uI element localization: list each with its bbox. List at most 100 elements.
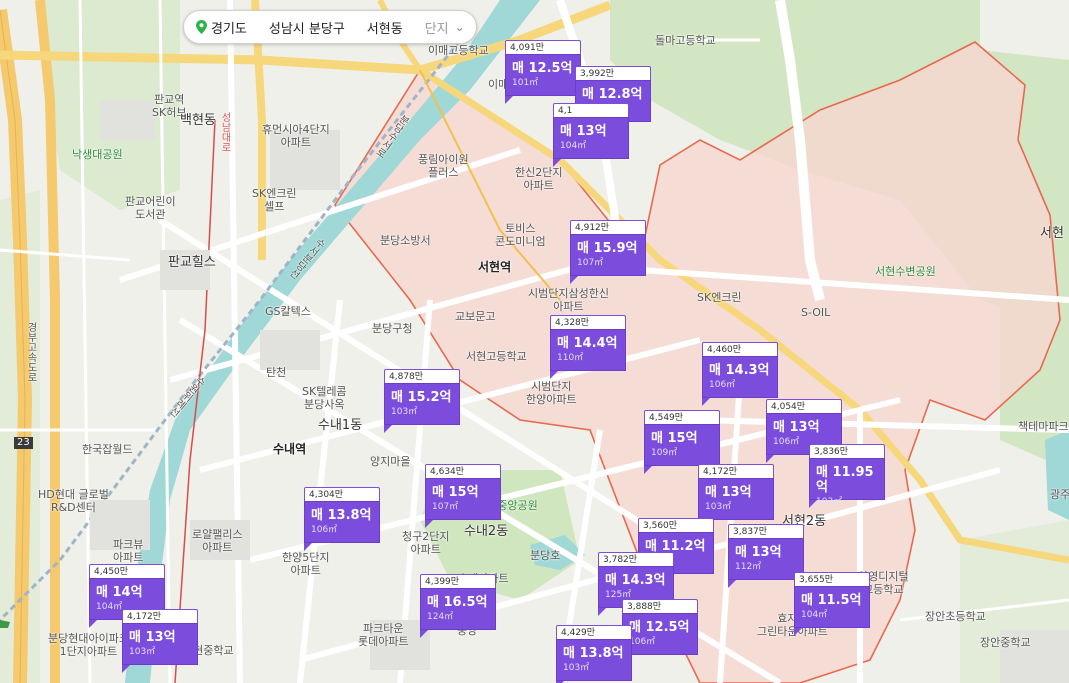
marker-sale-price: 매 15억 [432, 485, 479, 500]
marker-body: 매 12.5억 106㎡ [622, 613, 698, 655]
marker-area: 107㎡ [432, 502, 459, 512]
price-marker[interactable]: 4,912만 매 15.9억 107㎡ [570, 220, 646, 284]
price-marker[interactable]: 4,460만 매 14.3억 106㎡ [702, 342, 778, 406]
label-yangji: 양지마을 [370, 455, 411, 468]
label-checktaemaker: 책테마파크 [1018, 420, 1069, 433]
breadcrumb-city[interactable]: 성남시 분당구 [269, 18, 345, 37]
marker-unit-price: 4,634만 [425, 464, 501, 478]
label-road-gyeongbu: 경부고속도로 [25, 322, 36, 382]
price-marker[interactable]: 4,091만 매 12.5억 101㎡ [505, 40, 581, 104]
marker-sale-price: 매 15억 [651, 431, 698, 446]
marker-sale-price: 매 14.4억 [557, 336, 618, 351]
marker-sale-price: 매 13.8억 [311, 508, 372, 523]
marker-area: 106㎡ [311, 525, 338, 535]
marker-area: 106㎡ [629, 637, 656, 647]
marker-sale-price: 매 13억 [735, 545, 782, 560]
price-marker[interactable]: 4,172만 매 13억 103㎡ [122, 609, 198, 673]
label-nakseng-park: 낙생대공원 [72, 148, 123, 161]
label-sibeom-samsung: 시범단지삼성한신 아파트 [528, 287, 609, 314]
region-breadcrumb[interactable]: 경기도 성남시 분당구 서현동 단지 ⌄ [183, 10, 477, 44]
marker-unit-price: 4,450만 [89, 564, 165, 578]
marker-body: 매 11.5억 104㎡ [794, 586, 870, 628]
marker-body: 매 12.5억 101㎡ [505, 54, 581, 96]
chevron-down-icon[interactable]: ⌄ [455, 20, 465, 34]
marker-tail [598, 608, 606, 616]
price-marker[interactable]: 3,888만 매 12.5억 106㎡ [622, 599, 698, 663]
label-hd-rnd: HD현대 글로벌 R&D센터 [38, 488, 109, 515]
label-pangyo-library: 판교어린이 도서관 [125, 195, 176, 222]
marker-sale-price: 매 13.8억 [563, 646, 624, 661]
label-hyumunsia: 휴먼시아4단지 아파트 [262, 123, 330, 150]
marker-area: 124㎡ [427, 612, 454, 622]
price-marker[interactable]: 4,429만 매 13.8억 103㎡ [556, 625, 632, 683]
label-sibeom-hanyang: 시범단지 한양아파트 [526, 380, 577, 407]
label-seohyeon-right: 서현 [1040, 226, 1064, 241]
price-marker[interactable]: 4,399만 매 16.5억 124㎡ [420, 574, 496, 638]
marker-tail [425, 520, 433, 528]
marker-tail [505, 96, 513, 104]
label-park-town: 파크타운 롯데아파트 [358, 622, 409, 649]
marker-tail [766, 455, 774, 463]
location-pin-icon [196, 20, 207, 34]
label-korea-jobworld: 한국잡월드 [82, 443, 133, 456]
label-seohyeon-park: 서현수변공원 [875, 265, 936, 278]
label-tobis: 토비스 콘도미니엄 [495, 222, 546, 249]
marker-sale-price: 매 15.9억 [577, 241, 638, 256]
price-marker[interactable]: 4,304만 매 13.8억 106㎡ [304, 487, 380, 551]
marker-area: 103㎡ [391, 407, 418, 417]
route-23-badge: 23 [14, 437, 33, 449]
marker-area: 103㎡ [705, 502, 732, 512]
label-sk-telecom: SK텔레콤 분당사옥 [302, 385, 347, 412]
price-marker[interactable]: 3,836만 매 11.95억 103㎡ [809, 444, 885, 508]
marker-area: 103㎡ [563, 663, 590, 673]
marker-unit-price: 4,1 [553, 103, 629, 117]
marker-body: 매 15억 107㎡ [425, 478, 501, 520]
price-marker[interactable]: 4,1 매 13억 104㎡ [553, 103, 629, 167]
label-jangan-elem: 장안초등학교 [925, 610, 986, 623]
price-marker[interactable]: 3,655만 매 11.5억 104㎡ [794, 572, 870, 636]
price-marker[interactable]: 4,878만 매 15.2억 103㎡ [384, 369, 460, 433]
marker-unit-price: 4,172만 [698, 464, 774, 478]
marker-area: 104㎡ [801, 610, 828, 620]
marker-tail [644, 466, 652, 474]
label-tancheon: 탄천 [266, 366, 287, 379]
map-view[interactable]: 판교역 SK허브 백현동 낙생대공원 판교어린이 도서관 판교힐스 휴먼시아4단… [0, 0, 1069, 683]
price-marker[interactable]: 4,328만 매 14.4억 110㎡ [550, 315, 626, 379]
marker-body: 매 16.5억 124㎡ [420, 588, 496, 630]
marker-sale-price: 매 14억 [96, 585, 143, 600]
label-road-seongnam: 성남대로 [219, 112, 230, 152]
label-gs-caltex: GS칼텍스 [265, 305, 311, 318]
label-parkview: 파크뷰 아파트 [113, 538, 144, 565]
breadcrumb-dong[interactable]: 서현동 [367, 18, 403, 37]
label-sunae-station: 수내역 [273, 442, 307, 456]
marker-tail [420, 630, 428, 638]
label-bundang-hyundai: 분당현대아이파크 1단지아파트 [48, 632, 129, 659]
marker-sale-price: 매 13억 [705, 485, 752, 500]
marker-sale-price: 매 12.5억 [512, 61, 573, 76]
marker-sale-price: 매 11.5억 [801, 593, 862, 608]
marker-body: 매 11.95억 103㎡ [809, 458, 885, 507]
marker-sale-price: 매 13억 [773, 420, 820, 435]
label-seohyeon-high: 서현고등학교 [466, 350, 527, 363]
marker-body: 매 15.9억 107㎡ [570, 234, 646, 276]
marker-unit-price: 4,460만 [702, 342, 778, 356]
marker-body: 매 13억 104㎡ [553, 117, 629, 159]
marker-tail [304, 543, 312, 551]
label-hanshin2: 한신2단지 아파트 [515, 166, 563, 193]
marker-area: 101㎡ [512, 78, 539, 88]
marker-sale-price: 매 15.2억 [391, 390, 452, 405]
price-marker[interactable]: 4,634만매 15억 107㎡ [425, 464, 501, 528]
label-gwangju: 광주 [1050, 488, 1069, 501]
price-marker[interactable]: 3,837만 매 13억 112㎡ [728, 524, 804, 588]
label-royal-palace: 로얄팰리스 아파트 [192, 528, 243, 555]
marker-tail [550, 371, 558, 379]
marker-tail [570, 276, 578, 284]
label-dolma-high: 돌마고등학교 [655, 34, 716, 47]
breadcrumb-category[interactable]: 단지 [425, 18, 449, 37]
label-sk-enclean-2: SK엔크린 [697, 291, 742, 304]
marker-body: 매 13억 112㎡ [728, 538, 804, 580]
marker-area: 103㎡ [816, 497, 843, 507]
marker-sale-price: 매 16.5억 [427, 595, 488, 610]
marker-unit-price: 3,837만 [728, 524, 804, 538]
breadcrumb-province[interactable]: 경기도 [211, 18, 247, 37]
